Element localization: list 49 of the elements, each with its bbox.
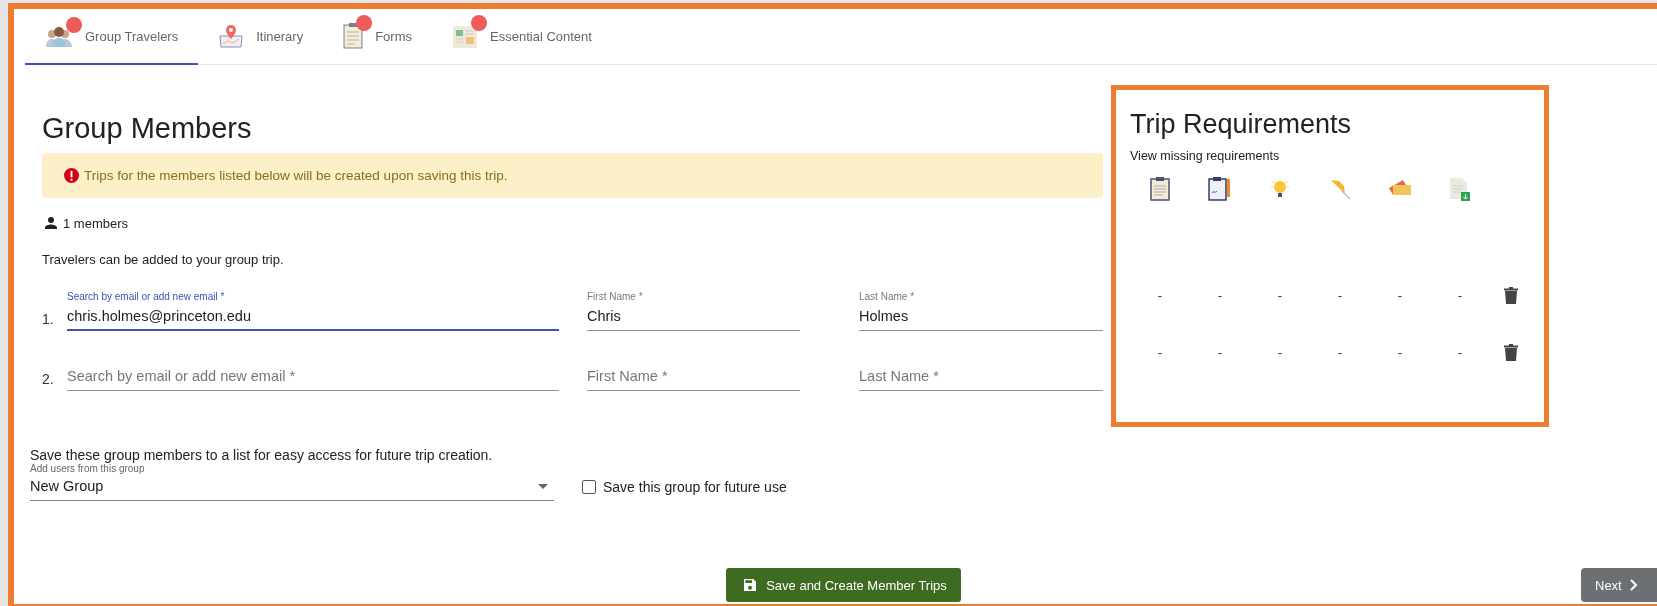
chevron-right-icon — [1629, 579, 1638, 591]
row-number: 1. — [42, 311, 55, 329]
status-dash: - — [1217, 288, 1223, 303]
checkbox-icon[interactable] — [582, 480, 596, 494]
map-pin-icon — [218, 24, 245, 48]
status-dash: - — [1337, 288, 1343, 303]
status-dash: - — [1457, 345, 1463, 360]
input-field[interactable]: Search by email or add new email * — [67, 349, 559, 391]
next-button[interactable]: Next — [1581, 568, 1657, 602]
dropdown-caret-icon — [538, 483, 548, 489]
intro-text: Travelers can be added to your group trip. — [42, 252, 285, 267]
clipboard-icon — [343, 23, 364, 49]
group-select[interactable]: Add users from this group New Group — [30, 463, 554, 501]
status-dash: - — [1157, 345, 1163, 360]
save-list-text: Save these group members to a list for easy access for future trip creation. — [30, 447, 494, 463]
status-dash: - — [1277, 288, 1283, 303]
person-icon — [42, 214, 60, 232]
save-button[interactable]: Save and Create Member Trips — [726, 568, 961, 602]
panel-title: Trip Requirements — [1130, 108, 1353, 141]
tab[interactable]: Essential Content — [432, 9, 612, 65]
document-download-icon — [1449, 177, 1471, 201]
status-dash: - — [1397, 288, 1403, 303]
notice-text: Trips for the members listed below will be created upon saving this trip. — [84, 168, 508, 183]
input-field[interactable]: Last Name * — [859, 349, 1103, 391]
row-number: 2. — [42, 371, 55, 389]
tab[interactable]: Itinerary — [198, 9, 324, 65]
section-heading: Group Members — [42, 111, 253, 146]
save-group-checkbox[interactable]: Save this group for future use — [582, 479, 787, 501]
status-dash: - — [1337, 345, 1343, 360]
signed-form-icon — [1208, 177, 1232, 201]
trash-icon[interactable] — [1504, 344, 1518, 361]
newspaper-icon — [452, 23, 478, 49]
status-dash: - — [1217, 345, 1223, 360]
input-field[interactable]: Last Name * Holmes — [859, 289, 1103, 331]
input-field[interactable]: Search by email or add new email * chris.holmes@princeton.edu — [67, 289, 559, 331]
alert-icon — [64, 168, 79, 183]
tab[interactable]: Forms — [323, 9, 432, 65]
panel-subtitle: View missing requirements — [1130, 149, 1281, 163]
tab[interactable]: Group Travelers — [25, 9, 199, 65]
status-dash: - — [1457, 288, 1463, 303]
member-count: 1 members — [63, 215, 129, 231]
clipboard-icon — [1150, 177, 1170, 201]
status-dash: - — [1277, 345, 1283, 360]
status-dash: - — [1157, 288, 1163, 303]
trash-icon[interactable] — [1504, 287, 1518, 304]
status-dash: - — [1397, 345, 1403, 360]
input-field[interactable]: First Name * Chris — [587, 289, 800, 331]
people-icon — [45, 25, 73, 47]
input-field[interactable]: First Name * — [587, 349, 800, 391]
